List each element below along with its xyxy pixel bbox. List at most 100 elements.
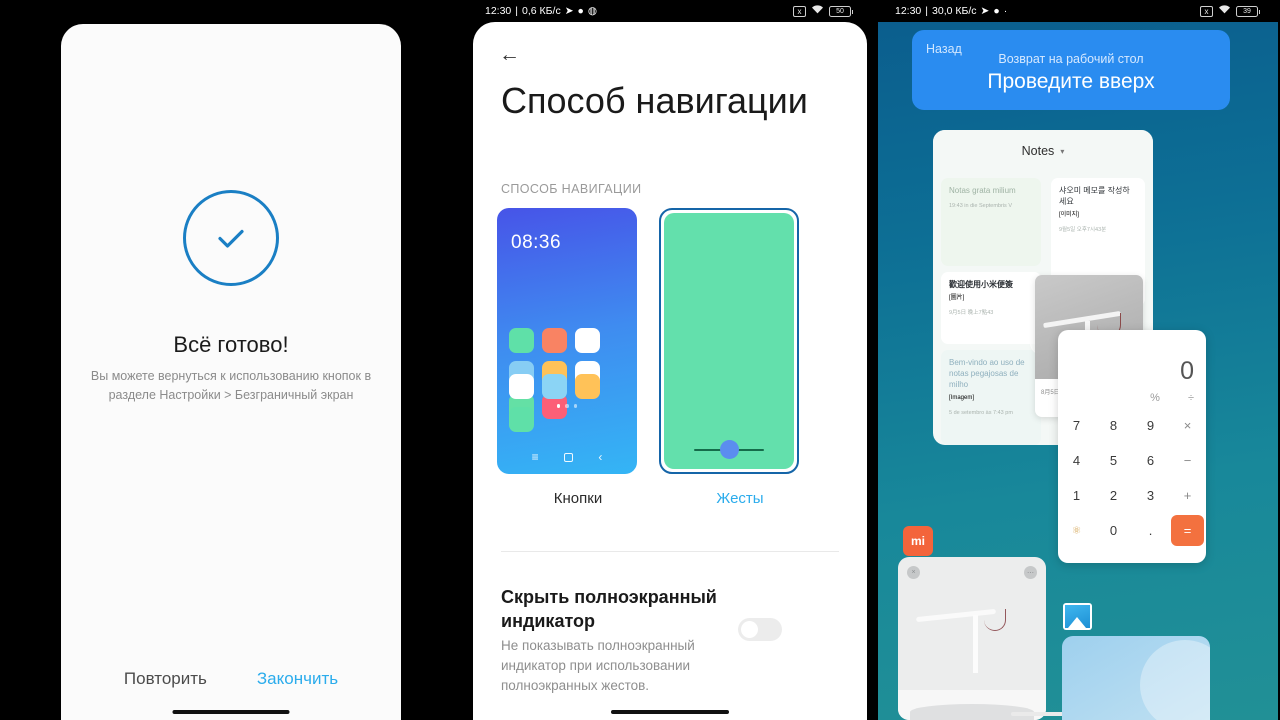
preview-clock: 08:36 [511,232,562,253]
key-8[interactable]: 8 [1095,408,1132,443]
recent-app-calculator[interactable]: 0 % ÷ 7 8 9 × 4 5 6 − 1 2 3 + ⚛ 0 . = [1058,330,1206,563]
telegram-icon: ➤ [980,5,990,17]
key-2[interactable]: 2 [1095,478,1132,513]
key-9[interactable]: 9 [1132,408,1169,443]
finish-button[interactable]: Закончить [257,669,338,689]
note-item[interactable]: Notas grata milium 19:43 in die Septembr… [941,178,1041,266]
key-4[interactable]: 4 [1058,443,1095,478]
app-icon [542,328,567,353]
note-meta: [Imagem] [949,395,975,401]
key-equals[interactable]: = [1171,515,1204,546]
section-header: СПОСОБ НАВИГАЦИИ [501,182,642,196]
status-bar-3: 12:30 | 30,0 КБ/с ➤ ● · x 39 [873,0,1280,22]
note-title: 歡迎使用小米便簽 [949,280,1013,289]
key-multiply[interactable]: × [1169,408,1206,443]
app-icon [509,407,534,432]
key-minus[interactable]: − [1169,443,1206,478]
toggle-knob [741,621,758,638]
wifi-icon [1218,4,1231,18]
preview-nav-bar: ≡ ‹ [497,450,637,464]
key-5[interactable]: 5 [1095,443,1132,478]
note-title: Bem-vindo ao uso de notas pegajosas de m… [949,358,1025,389]
hide-indicator-toggle[interactable] [738,618,782,641]
setting-title: Скрыть полноэкранный индикатор [501,587,717,631]
status-bar-2: 12:30 | 0,6 КБ/с ➤ ● ◍ x 50 [463,0,873,22]
arrow-left-icon[interactable]: ← [499,44,520,65]
calculator-display: 0 [1180,357,1194,385]
panel-recents-gesture: 12:30 | 30,0 КБ/с ➤ ● · x 39 Назад Возвр… [873,0,1280,720]
note-meta: [이미지] [1059,212,1079,218]
preview-gestures-option[interactable] [659,208,799,474]
key-1[interactable]: 1 [1058,478,1095,513]
page-description: Вы можете вернуться к использованию кноп… [90,369,372,402]
app-icon [542,374,567,399]
battery-indicator-3: 39 [1236,5,1260,17]
phone-screen-1: Всё готово! Вы можете вернуться к исполь… [61,24,401,720]
app-icon [509,328,534,353]
note-date: 19:43 in die Septembris V [949,203,1012,209]
recent-app-lamp[interactable]: × ⋯ [898,557,1046,720]
check-circle-wrap [61,190,401,286]
notes-header: Notes ▾ [933,130,1153,172]
flame-icon: ◍ [587,5,598,17]
panel-setup-complete: Всё готово! Вы можете вернуться к исполь… [0,0,463,720]
key-decimal[interactable]: . [1132,513,1169,548]
notes-title: Notes [1021,144,1055,158]
scientific-mode-icon[interactable]: ⚛ [1058,513,1095,548]
buttons-preview-phone: 08:36 ≡ ‹ [497,208,637,474]
app-icon-grid-row3 [509,374,625,432]
note-item[interactable]: Bem-vindo ao uso de notas pegajosas de m… [941,350,1041,445]
action-row: Повторить Закончить [61,669,401,689]
home-indicator-2[interactable] [611,710,729,714]
key-6[interactable]: 6 [1132,443,1169,478]
status-time-3: 12:30 [895,5,922,17]
banner-subtitle: Возврат на рабочий стол [998,52,1144,66]
gestures-preview-screen [664,213,794,469]
recent-app-wallpaper[interactable] [1062,636,1210,720]
calculator-secondary-ops: % ÷ [1058,392,1206,408]
card-more-icon[interactable]: ⋯ [1024,566,1037,579]
note-date: 5 de setembro às 7:43 pm [949,410,1013,416]
key-7[interactable]: 7 [1058,408,1095,443]
preview-label-row: Кнопки Жесты [497,490,845,507]
calculator-keypad: 7 8 9 × 4 5 6 − 1 2 3 + ⚛ 0 . = [1058,408,1206,548]
no-sim-icon: x [1200,5,1213,17]
repeat-button[interactable]: Повторить [124,669,207,689]
note-item[interactable]: 歡迎使用小米便簽 [圖片] 9月5日 晚上7點43 [941,272,1041,344]
no-sim-icon: x [793,5,806,17]
note-title: 샤오미 메모를 작성하세요 [1059,186,1130,206]
percent-key[interactable]: % [1150,392,1160,404]
screenshot-stage: Всё готово! Вы можете вернуться к исполь… [0,0,1280,720]
chevron-down-icon[interactable]: ▾ [1060,147,1064,156]
key-0[interactable]: 0 [1095,513,1132,548]
status-time: 12:30 [485,5,512,17]
option-label-buttons[interactable]: Кнопки [497,490,659,507]
preview-buttons-option[interactable]: 08:36 ≡ ‹ [497,208,637,474]
check-circle-icon [183,190,279,286]
card-close-icon[interactable]: × [907,566,920,579]
message-icon: ● [993,5,1000,17]
note-title: Notas grata milium [949,186,1016,195]
divide-key[interactable]: ÷ [1188,392,1194,404]
telegram-icon: ➤ [564,5,574,17]
divider [501,551,839,552]
home-icon [564,452,573,462]
banner-main-text: Проведите вверх [987,70,1155,93]
panel-navigation-settings: 12:30 | 0,6 КБ/с ➤ ● ◍ x 50 ← Способ нав… [463,0,873,720]
message-icon: ● [577,5,584,17]
gallery-icon [1063,603,1092,630]
status-net-speed: 0,6 КБ/с [522,5,561,17]
back-icon: ‹ [598,450,603,464]
menu-icon: ≡ [531,450,539,464]
battery-indicator: 50 [829,5,853,17]
gesture-indicator [664,440,794,460]
home-indicator[interactable] [172,710,290,714]
gestures-preview-phone [659,208,799,474]
note-date: 9月5日 晚上7點43 [949,310,994,316]
option-label-gestures[interactable]: Жесты [659,490,821,507]
preview-row: 08:36 ≡ ‹ [497,208,799,474]
gesture-hint-banner: Назад Возврат на рабочий стол Проведите … [912,30,1230,110]
key-3[interactable]: 3 [1132,478,1169,513]
mi-logo-icon: mi [903,526,933,556]
key-plus[interactable]: + [1169,478,1206,513]
